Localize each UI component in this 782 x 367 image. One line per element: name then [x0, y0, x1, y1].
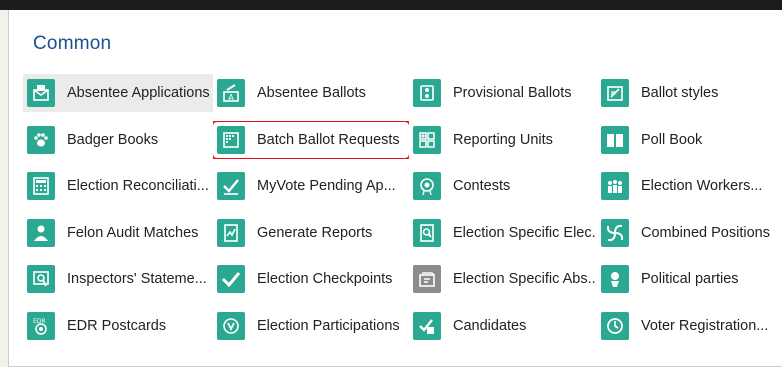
tile-felon-audit-matches[interactable]: Felon Audit Matches: [23, 214, 213, 252]
workers-icon: [601, 172, 629, 201]
tile-label: Batch Ballot Requests: [257, 131, 400, 148]
tile-ballot-styles[interactable]: Ballot styles: [597, 74, 782, 112]
candidate-icon: [413, 311, 441, 340]
tile-label: Provisional Ballots: [453, 85, 572, 101]
tile-label: Election Checkpoints: [257, 271, 393, 288]
calculator-icon: [27, 172, 55, 201]
tile-election-specific-abs[interactable]: Election Specific Abs...: [409, 260, 597, 298]
clock-icon: [601, 311, 629, 340]
absentee-icon: [413, 265, 441, 294]
envelope-icon: [27, 79, 55, 107]
tile-label: Felon Audit Matches: [67, 224, 199, 241]
tile-label: Absentee Applications: [67, 85, 210, 101]
tile-label: Generate Reports: [257, 224, 373, 241]
trophy-icon: [413, 172, 441, 201]
tile-provisional-ballots[interactable]: Provisional Ballots: [409, 74, 597, 112]
postcard-icon: EDR: [27, 311, 55, 340]
svg-text:A: A: [228, 93, 234, 102]
section-title: Common: [33, 33, 112, 54]
tile-generate-reports[interactable]: Generate Reports: [213, 214, 409, 252]
tile-election-workers[interactable]: Election Workers...: [597, 167, 782, 205]
tile-election-participations[interactable]: Election Participations: [213, 307, 409, 345]
book-icon: [601, 125, 629, 154]
search-doc-icon: [413, 218, 441, 247]
party-icon: [601, 265, 629, 294]
tile-label: Contests: [453, 178, 511, 195]
tile-label: Combined Positions: [641, 224, 770, 241]
paw-icon: [27, 125, 55, 154]
tile-inspectors-statements[interactable]: Inspectors' Stateme...: [23, 260, 213, 298]
top-bar: [0, 0, 782, 10]
tile-poll-book[interactable]: Poll Book: [597, 121, 782, 159]
tile-label: Political parties: [641, 271, 739, 288]
tile-label: MyVote Pending Ap...: [257, 178, 396, 195]
tile-batch-ballot-requests[interactable]: Batch Ballot Requests: [213, 120, 409, 159]
tile-label: Election Reconciliati...: [67, 178, 209, 195]
tile-candidates[interactable]: Candidates: [409, 307, 597, 345]
tile-voter-registration[interactable]: Voter Registration...: [597, 307, 782, 345]
ballot-icon: A: [217, 79, 245, 107]
tile-label: Badger Books: [67, 131, 159, 148]
tile-reporting-units[interactable]: Reporting Units: [409, 121, 597, 159]
tile-election-checkpoints[interactable]: Election Checkpoints: [213, 260, 409, 298]
tile-election-reconciliation[interactable]: Election Reconciliati...: [23, 167, 213, 205]
tile-label: Election Workers...: [641, 178, 763, 195]
tile-grid: Absentee Applications A Absentee Ballots…: [23, 72, 782, 352]
tile-label: Election Specific Elec...: [453, 224, 595, 241]
tile-absentee-ballots[interactable]: A Absentee Ballots: [213, 74, 409, 112]
tile-badger-books[interactable]: Badger Books: [23, 121, 213, 159]
tile-contests[interactable]: Contests: [409, 167, 597, 205]
checkmark-icon: [217, 265, 245, 294]
tile-label: Candidates: [453, 317, 527, 334]
tile-label: Absentee Ballots: [257, 85, 366, 101]
tile-label: Ballot styles: [641, 85, 719, 101]
tile-label: Reporting Units: [453, 131, 553, 148]
tile-political-parties[interactable]: Political parties: [597, 260, 782, 298]
swirl-icon: [601, 218, 629, 247]
tile-combined-positions[interactable]: Combined Positions: [597, 214, 782, 252]
tile-label: Voter Registration...: [641, 317, 769, 334]
tile-edr-postcards[interactable]: EDR EDR Postcards: [23, 307, 213, 345]
person-icon: [27, 218, 55, 247]
inspector-icon: [27, 265, 55, 294]
ballot-style-icon: [601, 79, 629, 107]
tile-label: Election Participations: [257, 317, 400, 334]
tile-myvote-pending[interactable]: MyVote Pending Ap...: [213, 167, 409, 205]
tile-election-specific-elec[interactable]: Election Specific Elec...: [409, 214, 597, 252]
checkmark-chart-icon: [217, 172, 245, 201]
ballot-box-icon: [413, 79, 441, 107]
vote-badge-icon: [217, 311, 245, 340]
report-icon: [217, 218, 245, 247]
tile-label: Election Specific Abs...: [453, 271, 595, 288]
tile-label: Inspectors' Stateme...: [67, 271, 207, 288]
batch-grid-icon: [217, 125, 245, 154]
common-panel: Common Absentee Applications A Absentee …: [8, 10, 782, 367]
tile-label: Poll Book: [641, 131, 703, 148]
tile-absentee-applications[interactable]: Absentee Applications: [23, 74, 213, 112]
reporting-units-icon: [413, 125, 441, 154]
tile-label: EDR Postcards: [67, 317, 167, 334]
